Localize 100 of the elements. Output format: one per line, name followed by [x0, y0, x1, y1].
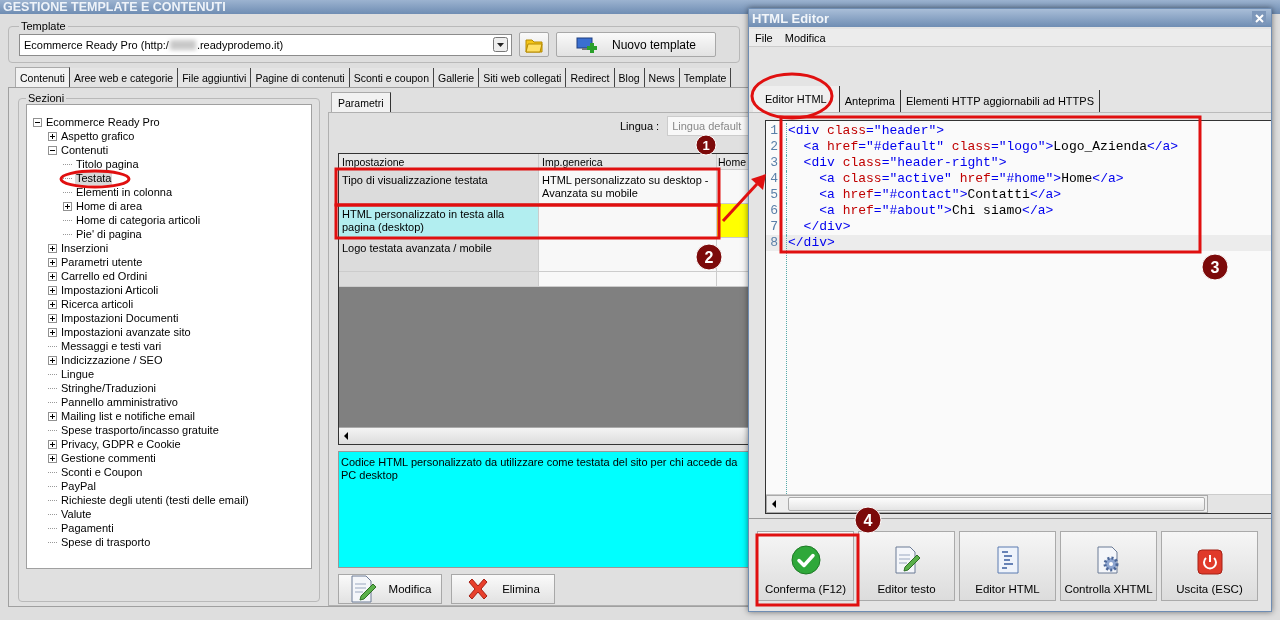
tree-item[interactable]: Impostazioni avanzate sito	[60, 325, 192, 339]
tab[interactable]: File aggiuntivi	[178, 68, 252, 87]
code-line: </div>	[802, 219, 851, 235]
tab[interactable]: Aree web e categorie	[69, 68, 179, 87]
expand-icon[interactable]	[48, 285, 57, 295]
tree-item[interactable]: Spese trasporto/incasso gratuite	[60, 423, 220, 437]
expand-icon[interactable]	[48, 299, 57, 309]
group-label: Sezioni	[27, 92, 66, 104]
tab[interactable]: Parametri	[331, 92, 391, 112]
tree-item[interactable]: Pie' di pagina	[75, 227, 143, 241]
expand-icon[interactable]	[48, 313, 57, 323]
tree-item[interactable]: Contenuti	[60, 143, 110, 157]
expand-icon[interactable]	[48, 271, 57, 281]
tree-item[interactable]: Impostazioni Articoli	[60, 283, 160, 297]
edit-button[interactable]: Modifica	[338, 574, 442, 604]
expand-icon[interactable]	[48, 243, 57, 253]
tab[interactable]: News	[644, 68, 680, 87]
code-line: <div class="header">	[787, 123, 945, 139]
table-cell[interactable]	[539, 272, 717, 287]
tree-item[interactable]: Titolo pagina	[75, 157, 140, 171]
tab[interactable]: Redirect	[566, 68, 615, 87]
tree-item[interactable]: Parametri utente	[60, 255, 144, 269]
expand-icon[interactable]	[63, 201, 72, 211]
code-line: <div class="header-right">	[802, 155, 1007, 171]
tab[interactable]: Sconti e coupon	[349, 68, 435, 87]
pencil-document-icon	[348, 574, 377, 604]
menu-item[interactable]: File	[755, 31, 773, 44]
tree-item[interactable]: Home di categoria articoli	[75, 213, 202, 227]
collapse-icon[interactable]	[33, 117, 42, 127]
code-line: </div>	[787, 235, 835, 251]
tab[interactable]: Blog	[614, 68, 645, 87]
line-number: 2	[766, 139, 787, 155]
table-cell[interactable]: HTML personalizzato su desktop - Avanzata su mobile	[539, 170, 717, 204]
tree-item[interactable]: Stringhe/Traduzioni	[60, 381, 157, 395]
line-number: 1	[766, 123, 787, 139]
tree-item[interactable]: Lingue	[60, 367, 96, 381]
redaction-blur	[169, 39, 196, 50]
code-editor[interactable]	[765, 120, 1271, 514]
expand-icon[interactable]	[48, 355, 57, 365]
template-dropdown[interactable]: Ecommerce Ready Pro (http:/ .readyprodemo.it)	[19, 33, 512, 56]
tree-item[interactable]: Privacy, GDPR e Cookie	[60, 437, 182, 451]
number-badge: 4	[854, 506, 882, 534]
power-icon	[1196, 549, 1223, 575]
tab[interactable]: Editor HTML	[753, 86, 840, 112]
tree-item[interactable]: Ecommerce Ready Pro	[45, 115, 161, 129]
tree-item[interactable]: Pagamenti	[60, 521, 115, 535]
arrow	[721, 174, 766, 222]
tree-item[interactable]: Impostazioni Documenti	[60, 311, 180, 325]
tree-item[interactable]: Pannello amministrativo	[60, 395, 179, 409]
tree-item[interactable]: Messaggi e testi vari	[60, 339, 163, 353]
tree-item[interactable]: Elementi in colonna	[75, 185, 173, 199]
new-template-button[interactable]: Nuovo template	[556, 32, 716, 57]
tree-item[interactable]: Spese di trasporto	[60, 535, 152, 549]
expand-icon[interactable]	[48, 439, 57, 449]
expand-icon[interactable]	[48, 411, 57, 421]
tree-item[interactable]: Carrello ed Ordini	[60, 269, 149, 283]
tree-item[interactable]: Indicizzazione / SEO	[60, 353, 164, 367]
validate-button[interactable]: Controlla XHTML	[1060, 531, 1157, 601]
exit-button[interactable]: Uscita (ESC)	[1161, 531, 1258, 601]
delete-button[interactable]: Elimina	[451, 574, 555, 604]
number-badge: 2	[695, 243, 723, 271]
line-number: 6	[766, 203, 787, 219]
tab[interactable]: Template	[679, 68, 732, 87]
editor-button[interactable]: Editor testo	[858, 531, 955, 601]
tree-item[interactable]: Mailing list e notifiche email	[60, 409, 196, 423]
window-title: HTML Editor	[752, 10, 830, 26]
tree-item[interactable]: Sconti e Coupon	[60, 465, 144, 479]
tab[interactable]: Gallerie	[434, 68, 480, 87]
highlight-ellipse	[59, 169, 131, 189]
tree-item[interactable]: Gestione commenti	[60, 451, 157, 465]
pencil-document-icon	[892, 545, 921, 575]
tab[interactable]: Contenuti	[15, 67, 70, 87]
monitor-plus-icon	[575, 35, 598, 54]
editor-button[interactable]: Editor HTML	[959, 531, 1056, 601]
number-badge: 3	[1201, 253, 1229, 281]
tree-item[interactable]: Inserzioni	[60, 241, 110, 255]
scrollbar[interactable]	[766, 495, 1208, 513]
tree-item[interactable]: Aspetto grafico	[60, 129, 136, 143]
folder-button[interactable]	[519, 32, 549, 57]
expand-icon[interactable]	[48, 327, 57, 337]
tree-item[interactable]: PayPal	[60, 479, 97, 493]
expand-icon[interactable]	[48, 131, 57, 141]
tree-item[interactable]: Home di area	[75, 199, 144, 213]
expand-icon[interactable]	[48, 453, 57, 463]
expand-icon[interactable]	[48, 257, 57, 267]
table-cell[interactable]: Tipo di visualizzazione testata	[339, 170, 539, 204]
tree-item[interactable]: Richieste degli utenti (testi delle email)	[60, 493, 250, 507]
tab[interactable]: Pagine di contenuti	[251, 68, 350, 87]
number-badge: 1	[695, 134, 717, 156]
confirm-button[interactable]: Conferma (F12)	[757, 531, 854, 601]
close-button[interactable]	[1252, 11, 1266, 25]
group-label: Template	[20, 20, 67, 32]
table-cell[interactable]: Logo testata avanzata / mobile	[339, 238, 539, 272]
line-number: 3	[766, 155, 787, 171]
table-cell[interactable]	[339, 272, 539, 287]
tab[interactable]: Siti web collegati	[479, 68, 567, 87]
menu-item[interactable]: Modifica	[784, 31, 826, 44]
tree-item[interactable]: Valute	[60, 507, 93, 521]
tree-item[interactable]: Ricerca articoli	[60, 297, 135, 311]
collapse-icon[interactable]	[48, 145, 57, 155]
